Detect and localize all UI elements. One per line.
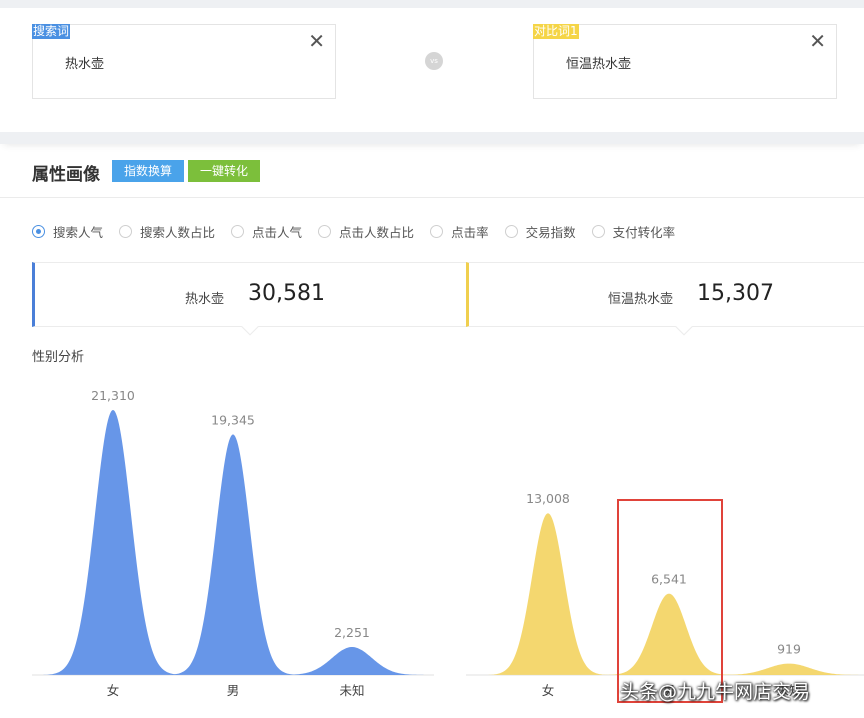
section-title: 属性画像 [32, 165, 100, 185]
category-tick-label: 未知 [339, 683, 364, 698]
category-tick-label: 男 [227, 683, 240, 698]
metric-option[interactable]: 搜索人数占比 [119, 222, 215, 241]
area-peak [272, 647, 432, 675]
category-tick-label: 女 [542, 683, 555, 698]
vs-badge: vs [425, 52, 443, 70]
metric-radio-group: 搜索人气 搜索人数占比 点击人气 点击人数占比 点击率 交易指数 支付转化率 [32, 222, 691, 241]
compare-term-card[interactable]: 对比词1 恒温热水壶 ✕ [533, 24, 837, 99]
data-label: 21,310 [91, 388, 135, 403]
metric-option[interactable]: 点击人数占比 [318, 222, 414, 241]
divider [0, 197, 864, 198]
radio-icon[interactable] [430, 225, 444, 238]
search-term-tag: 搜索词 [32, 24, 71, 39]
stat-name: 恒温热水壶 [608, 292, 674, 307]
metric-option[interactable]: 搜索人气 [32, 222, 103, 241]
area-peak [41, 410, 185, 675]
index-convert-button[interactable]: 指数换算 [112, 160, 184, 182]
metric-option[interactable]: 支付转化率 [591, 222, 676, 241]
metric-option-label: 点击率 [451, 225, 489, 240]
metric-option-label: 交易指数 [525, 225, 576, 240]
area-peak [705, 663, 864, 675]
radio-icon[interactable] [591, 225, 605, 238]
category-tick-label: 女 [107, 683, 120, 698]
data-label: 2,251 [334, 625, 370, 640]
stat-name: 热水壶 [185, 292, 225, 307]
radio-icon[interactable] [504, 225, 518, 238]
area-peak [484, 513, 612, 675]
metric-option-label: 搜索人气 [53, 225, 104, 240]
compare-term-tag: 对比词1 [533, 24, 579, 39]
radio-icon[interactable] [32, 225, 45, 238]
metric-option[interactable]: 交易指数 [504, 222, 576, 241]
stat-value: 30,581 [248, 281, 325, 306]
metric-option[interactable]: 点击人气 [231, 222, 302, 241]
search-term-value: 热水壶 [65, 57, 105, 72]
close-icon[interactable]: ✕ [308, 31, 325, 51]
metric-option-label: 点击人气 [252, 225, 303, 240]
radio-icon[interactable] [119, 225, 133, 238]
metric-option-label: 搜索人数占比 [140, 225, 216, 240]
section-separator [0, 132, 864, 144]
stat-value: 15,307 [697, 281, 774, 306]
metric-option-label: 点击人数占比 [339, 225, 415, 240]
stat-panel-search-term: 热水壶 30,581 [32, 262, 466, 327]
search-term-card[interactable]: 搜索词 热水壶 ✕ [32, 24, 336, 99]
radio-icon[interactable] [231, 225, 245, 238]
metric-option-label: 支付转化率 [612, 225, 676, 240]
gender-distribution-chart: 21,310女19,345男2,251未知13,008女6,541男919未知 [32, 388, 864, 698]
close-icon[interactable]: ✕ [809, 31, 826, 51]
data-label: 919 [777, 642, 801, 657]
data-label: 19,345 [211, 412, 255, 427]
watermark: 头条@九九牛网店交易 [620, 681, 811, 703]
area-peak [165, 434, 301, 675]
highlight-annotation [617, 499, 723, 703]
radio-icon[interactable] [318, 225, 332, 238]
one-click-convert-button[interactable]: 一键转化 [188, 160, 260, 182]
chart-section-label: 性别分析 [32, 350, 85, 365]
metric-option[interactable]: 点击率 [430, 222, 489, 241]
stat-panel-compare-term: 恒温热水壶 15,307 [466, 262, 864, 327]
data-label: 13,008 [526, 491, 570, 506]
compare-term-value: 恒温热水壶 [566, 57, 632, 72]
